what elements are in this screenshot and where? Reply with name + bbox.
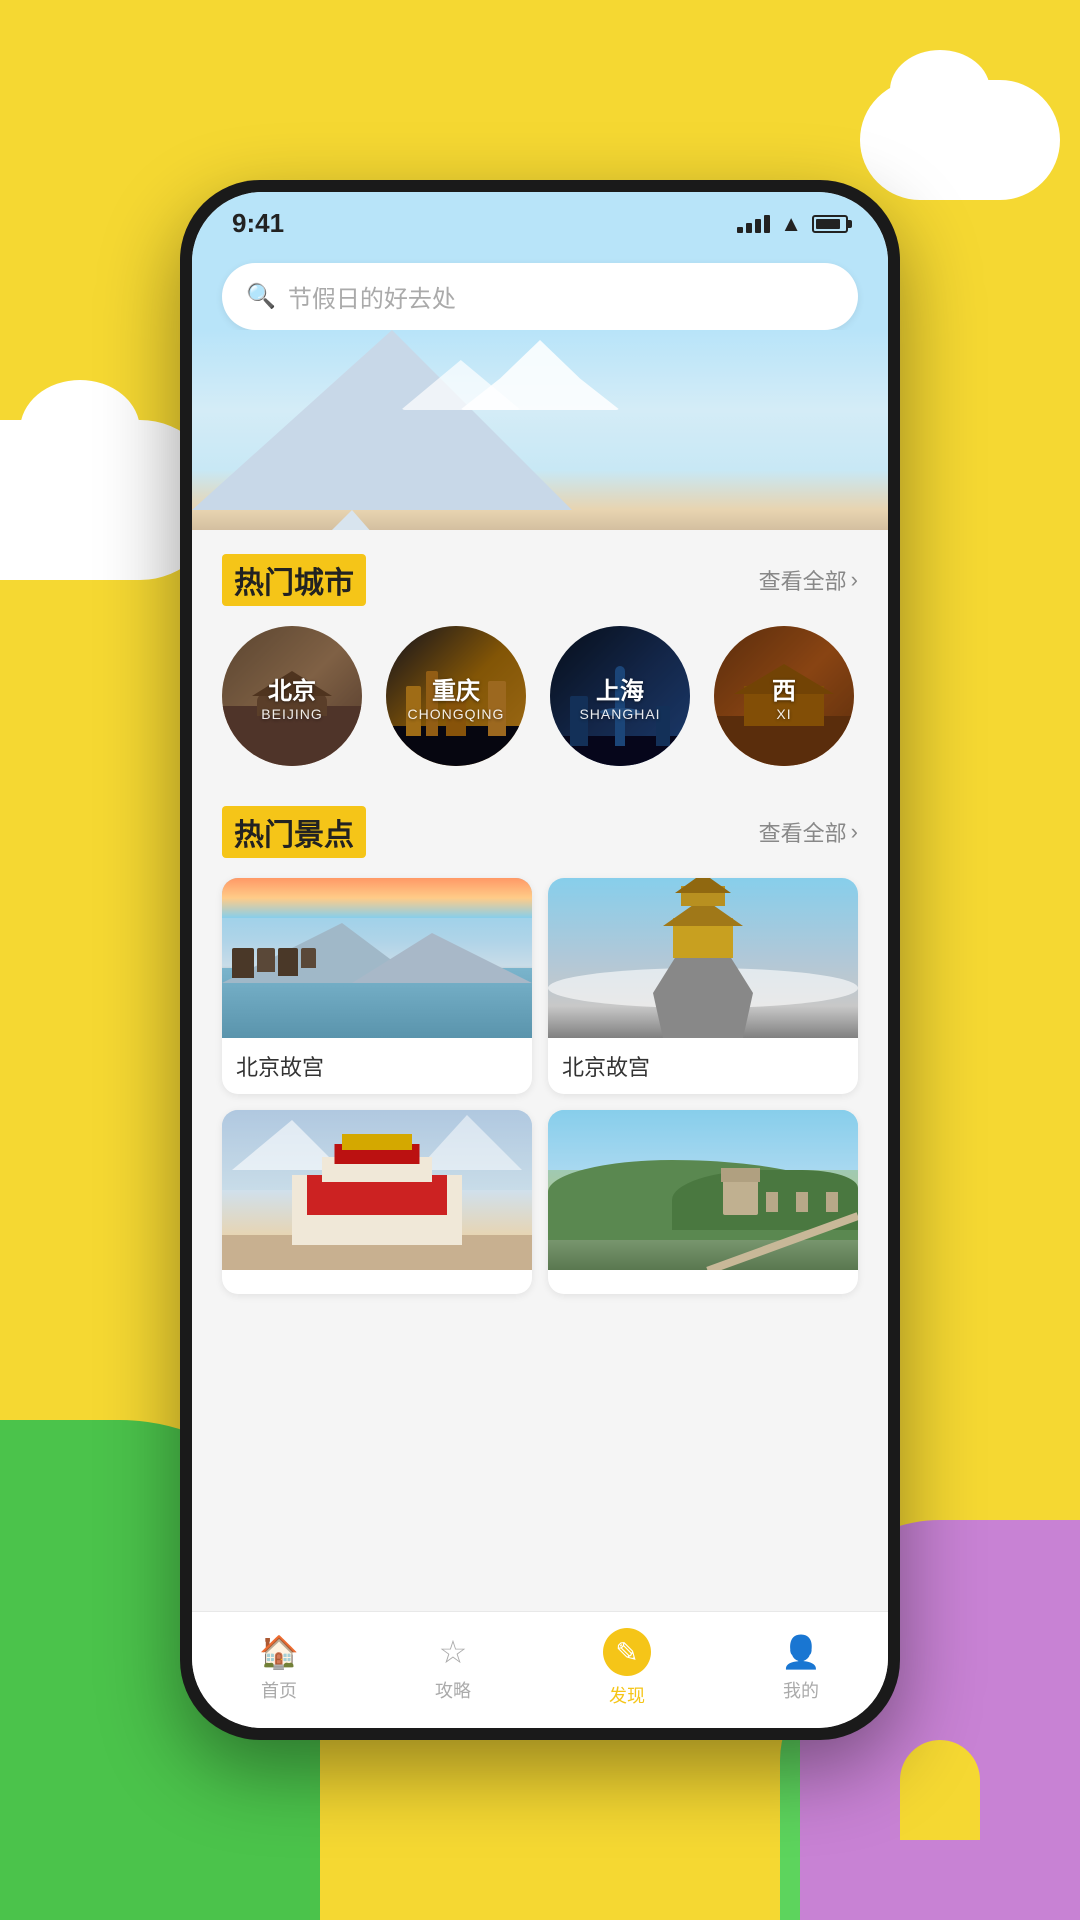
- attraction-image-tibet: [222, 1110, 532, 1270]
- chevron-right-icon-2: ›: [851, 819, 858, 845]
- city-overlay-chongqing: 重庆 CHONGQING: [386, 626, 526, 766]
- hot-cities-section: 热门城市 查看全部 › 北京: [192, 530, 888, 782]
- attraction-label-1: 北京故宫: [222, 1038, 532, 1094]
- search-input[interactable]: 节假日的好去处: [288, 279, 456, 314]
- star-icon: ☆: [439, 1633, 468, 1671]
- discover-active-dot: ✎: [603, 1628, 651, 1676]
- city-overlay-xi: 西 XI: [714, 626, 854, 766]
- attractions-grid: 北京故宫: [222, 878, 858, 1294]
- nav-item-profile[interactable]: 👤 我的: [751, 1633, 851, 1703]
- home-icon: 🏠: [259, 1633, 299, 1671]
- attraction-label-2: 北京故宫: [548, 1038, 858, 1094]
- attraction-image-temple: [548, 878, 858, 1038]
- nav-label-discover: 发现: [609, 1682, 645, 1708]
- status-time: 9:41: [232, 208, 284, 239]
- attraction-image-lake: [222, 878, 532, 1038]
- phone-frame: 9:41 ▲ 🔍 节假日的好去处: [180, 180, 900, 1740]
- main-content: 热门城市 查看全部 › 北京: [192, 530, 888, 1611]
- attraction-card-wall[interactable]: [548, 1110, 858, 1294]
- bg-yellow-small: [900, 1740, 980, 1840]
- attraction-label-4: [548, 1270, 858, 1294]
- view-all-cities[interactable]: 查看全部 ›: [759, 564, 858, 596]
- person-icon: 👤: [781, 1633, 821, 1671]
- city-item-shanghai[interactable]: 上海 SHANGHAI: [550, 626, 690, 766]
- search-icon: 🔍: [246, 282, 276, 311]
- nav-label-guide: 攻略: [435, 1677, 471, 1703]
- attraction-card-temple[interactable]: 北京故宫: [548, 878, 858, 1094]
- hero-banner: [192, 330, 888, 530]
- city-item-xi[interactable]: 西 XI: [714, 626, 854, 766]
- city-item-chongqing[interactable]: 重庆 CHONGQING: [386, 626, 526, 766]
- hot-cities-header: 热门城市 查看全部 ›: [222, 554, 858, 606]
- search-area: 🔍 节假日的好去处: [192, 247, 888, 330]
- chevron-right-icon: ›: [851, 567, 858, 593]
- search-bar[interactable]: 🔍 节假日的好去处: [222, 263, 858, 330]
- cities-row: 北京 BEIJING: [222, 626, 858, 766]
- nav-label-home: 首页: [261, 1677, 297, 1703]
- city-circle-xi: 西 XI: [714, 626, 854, 766]
- battery-icon: [812, 215, 848, 233]
- hot-attractions-section: 热门景点 查看全部 ›: [192, 782, 888, 1310]
- attraction-label-3: [222, 1270, 532, 1294]
- city-circle-chongqing: 重庆 CHONGQING: [386, 626, 526, 766]
- nav-item-home[interactable]: 🏠 首页: [229, 1633, 329, 1703]
- hot-attractions-title: 热门景点: [222, 806, 366, 858]
- view-all-attractions[interactable]: 查看全部 ›: [759, 816, 858, 848]
- city-overlay-beijing: 北京 BEIJING: [222, 626, 362, 766]
- mountain-2: [192, 510, 492, 530]
- status-icons: ▲: [737, 211, 848, 237]
- city-circle-beijing: 北京 BEIJING: [222, 626, 362, 766]
- attraction-card-lake[interactable]: 北京故宫: [222, 878, 532, 1094]
- hot-attractions-header: 热门景点 查看全部 ›: [222, 806, 858, 858]
- attraction-image-wall: [548, 1110, 858, 1270]
- mountain-1: [192, 330, 572, 510]
- bg-cloud-right: [860, 80, 1060, 200]
- nav-item-discover[interactable]: ✎ 发现: [577, 1628, 677, 1708]
- nav-item-guide[interactable]: ☆ 攻略: [403, 1633, 503, 1703]
- city-overlay-shanghai: 上海 SHANGHAI: [550, 626, 690, 766]
- attraction-card-tibet[interactable]: [222, 1110, 532, 1294]
- city-circle-shanghai: 上海 SHANGHAI: [550, 626, 690, 766]
- phone-screen: 9:41 ▲ 🔍 节假日的好去处: [192, 192, 888, 1728]
- wifi-icon: ▲: [780, 211, 802, 237]
- hot-cities-title: 热门城市: [222, 554, 366, 606]
- status-bar: 9:41 ▲: [192, 192, 888, 247]
- bottom-nav: 🏠 首页 ☆ 攻略 ✎ 发现 👤 我的: [192, 1611, 888, 1728]
- discover-icon: ✎: [615, 1636, 638, 1669]
- nav-label-profile: 我的: [783, 1677, 819, 1703]
- signal-icon: [737, 215, 770, 233]
- city-item-beijing[interactable]: 北京 BEIJING: [222, 626, 362, 766]
